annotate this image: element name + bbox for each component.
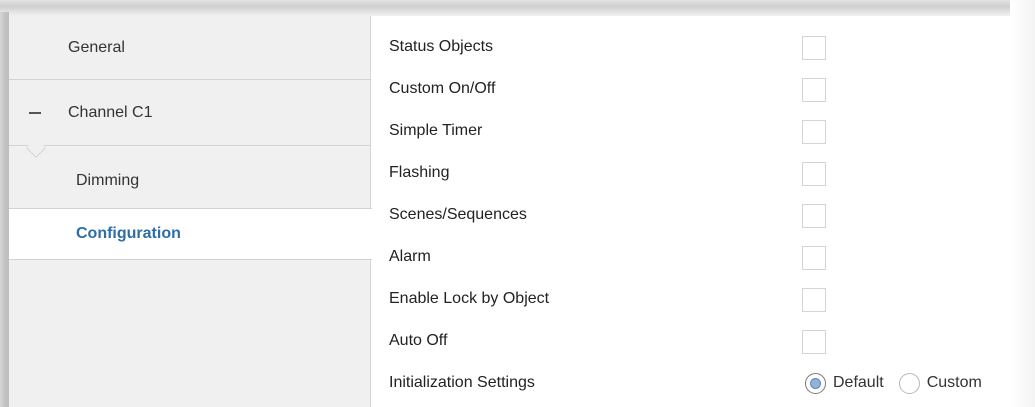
alarm-checkbox[interactable] xyxy=(802,246,826,270)
param-label: Flashing xyxy=(389,164,450,181)
sidebar-item-dimming[interactable]: Dimming xyxy=(9,154,371,208)
sidebar-item-channel-c1[interactable]: Channel C1 xyxy=(9,80,371,146)
param-row-status-objects: Status Objects xyxy=(389,26,999,68)
radio-selected-dot xyxy=(810,377,821,389)
window-left-border xyxy=(0,12,9,407)
param-row-custom-on-off: Custom On/Off xyxy=(389,68,999,110)
param-label: Simple Timer xyxy=(389,122,483,139)
param-row-auto-off: Auto Off xyxy=(389,320,999,362)
flashing-checkbox[interactable] xyxy=(802,162,826,186)
sidebar-item-label: Channel C1 xyxy=(68,103,153,121)
initialization-settings-radio-group: Default Custom xyxy=(805,371,997,395)
param-label: Enable Lock by Object xyxy=(389,290,550,307)
default-radio[interactable] xyxy=(805,372,826,394)
sidebar-item-general[interactable]: General xyxy=(9,16,371,80)
sidebar-item-label: General xyxy=(68,38,125,56)
param-label: Alarm xyxy=(389,248,431,265)
auto-off-checkbox[interactable] xyxy=(802,330,826,354)
parameter-panel: Status Objects Custom On/Off Simple Time… xyxy=(372,16,1010,407)
param-label: Scenes/Sequences xyxy=(389,206,527,223)
param-row-initialization-settings: Initialization Settings Default Custom xyxy=(389,362,999,404)
sidebar-item-label: Configuration xyxy=(76,225,181,242)
enable-lock-checkbox[interactable] xyxy=(802,288,826,312)
custom-radio-label[interactable]: Custom xyxy=(927,374,982,392)
default-radio-label[interactable]: Default xyxy=(833,374,884,392)
sidebar-item-configuration[interactable]: Configuration xyxy=(9,208,372,260)
sidebar: General Channel C1 Dimming Configuration xyxy=(9,16,372,407)
status-objects-checkbox[interactable] xyxy=(802,36,826,60)
param-row-enable-lock: Enable Lock by Object xyxy=(389,278,999,320)
custom-on-off-checkbox[interactable] xyxy=(802,78,826,102)
param-row-flashing: Flashing xyxy=(389,152,999,194)
sidebar-item-label: Dimming xyxy=(76,172,140,189)
param-label: Status Objects xyxy=(389,38,494,55)
param-row-scenes-sequences: Scenes/Sequences xyxy=(389,194,999,236)
param-label: Custom On/Off xyxy=(389,80,496,97)
window-top-shadow xyxy=(0,0,1035,16)
param-label: Auto Off xyxy=(389,332,448,349)
param-row-simple-timer: Simple Timer xyxy=(389,110,999,152)
param-label: Initialization Settings xyxy=(389,374,535,391)
custom-radio[interactable] xyxy=(898,372,920,394)
simple-timer-checkbox[interactable] xyxy=(802,120,826,144)
window-right-shadow xyxy=(1010,0,1035,407)
param-row-alarm: Alarm xyxy=(389,236,999,278)
scenes-sequences-checkbox[interactable] xyxy=(802,204,826,228)
minus-icon[interactable] xyxy=(29,112,41,114)
window: General Channel C1 Dimming Configuration… xyxy=(0,0,1035,407)
